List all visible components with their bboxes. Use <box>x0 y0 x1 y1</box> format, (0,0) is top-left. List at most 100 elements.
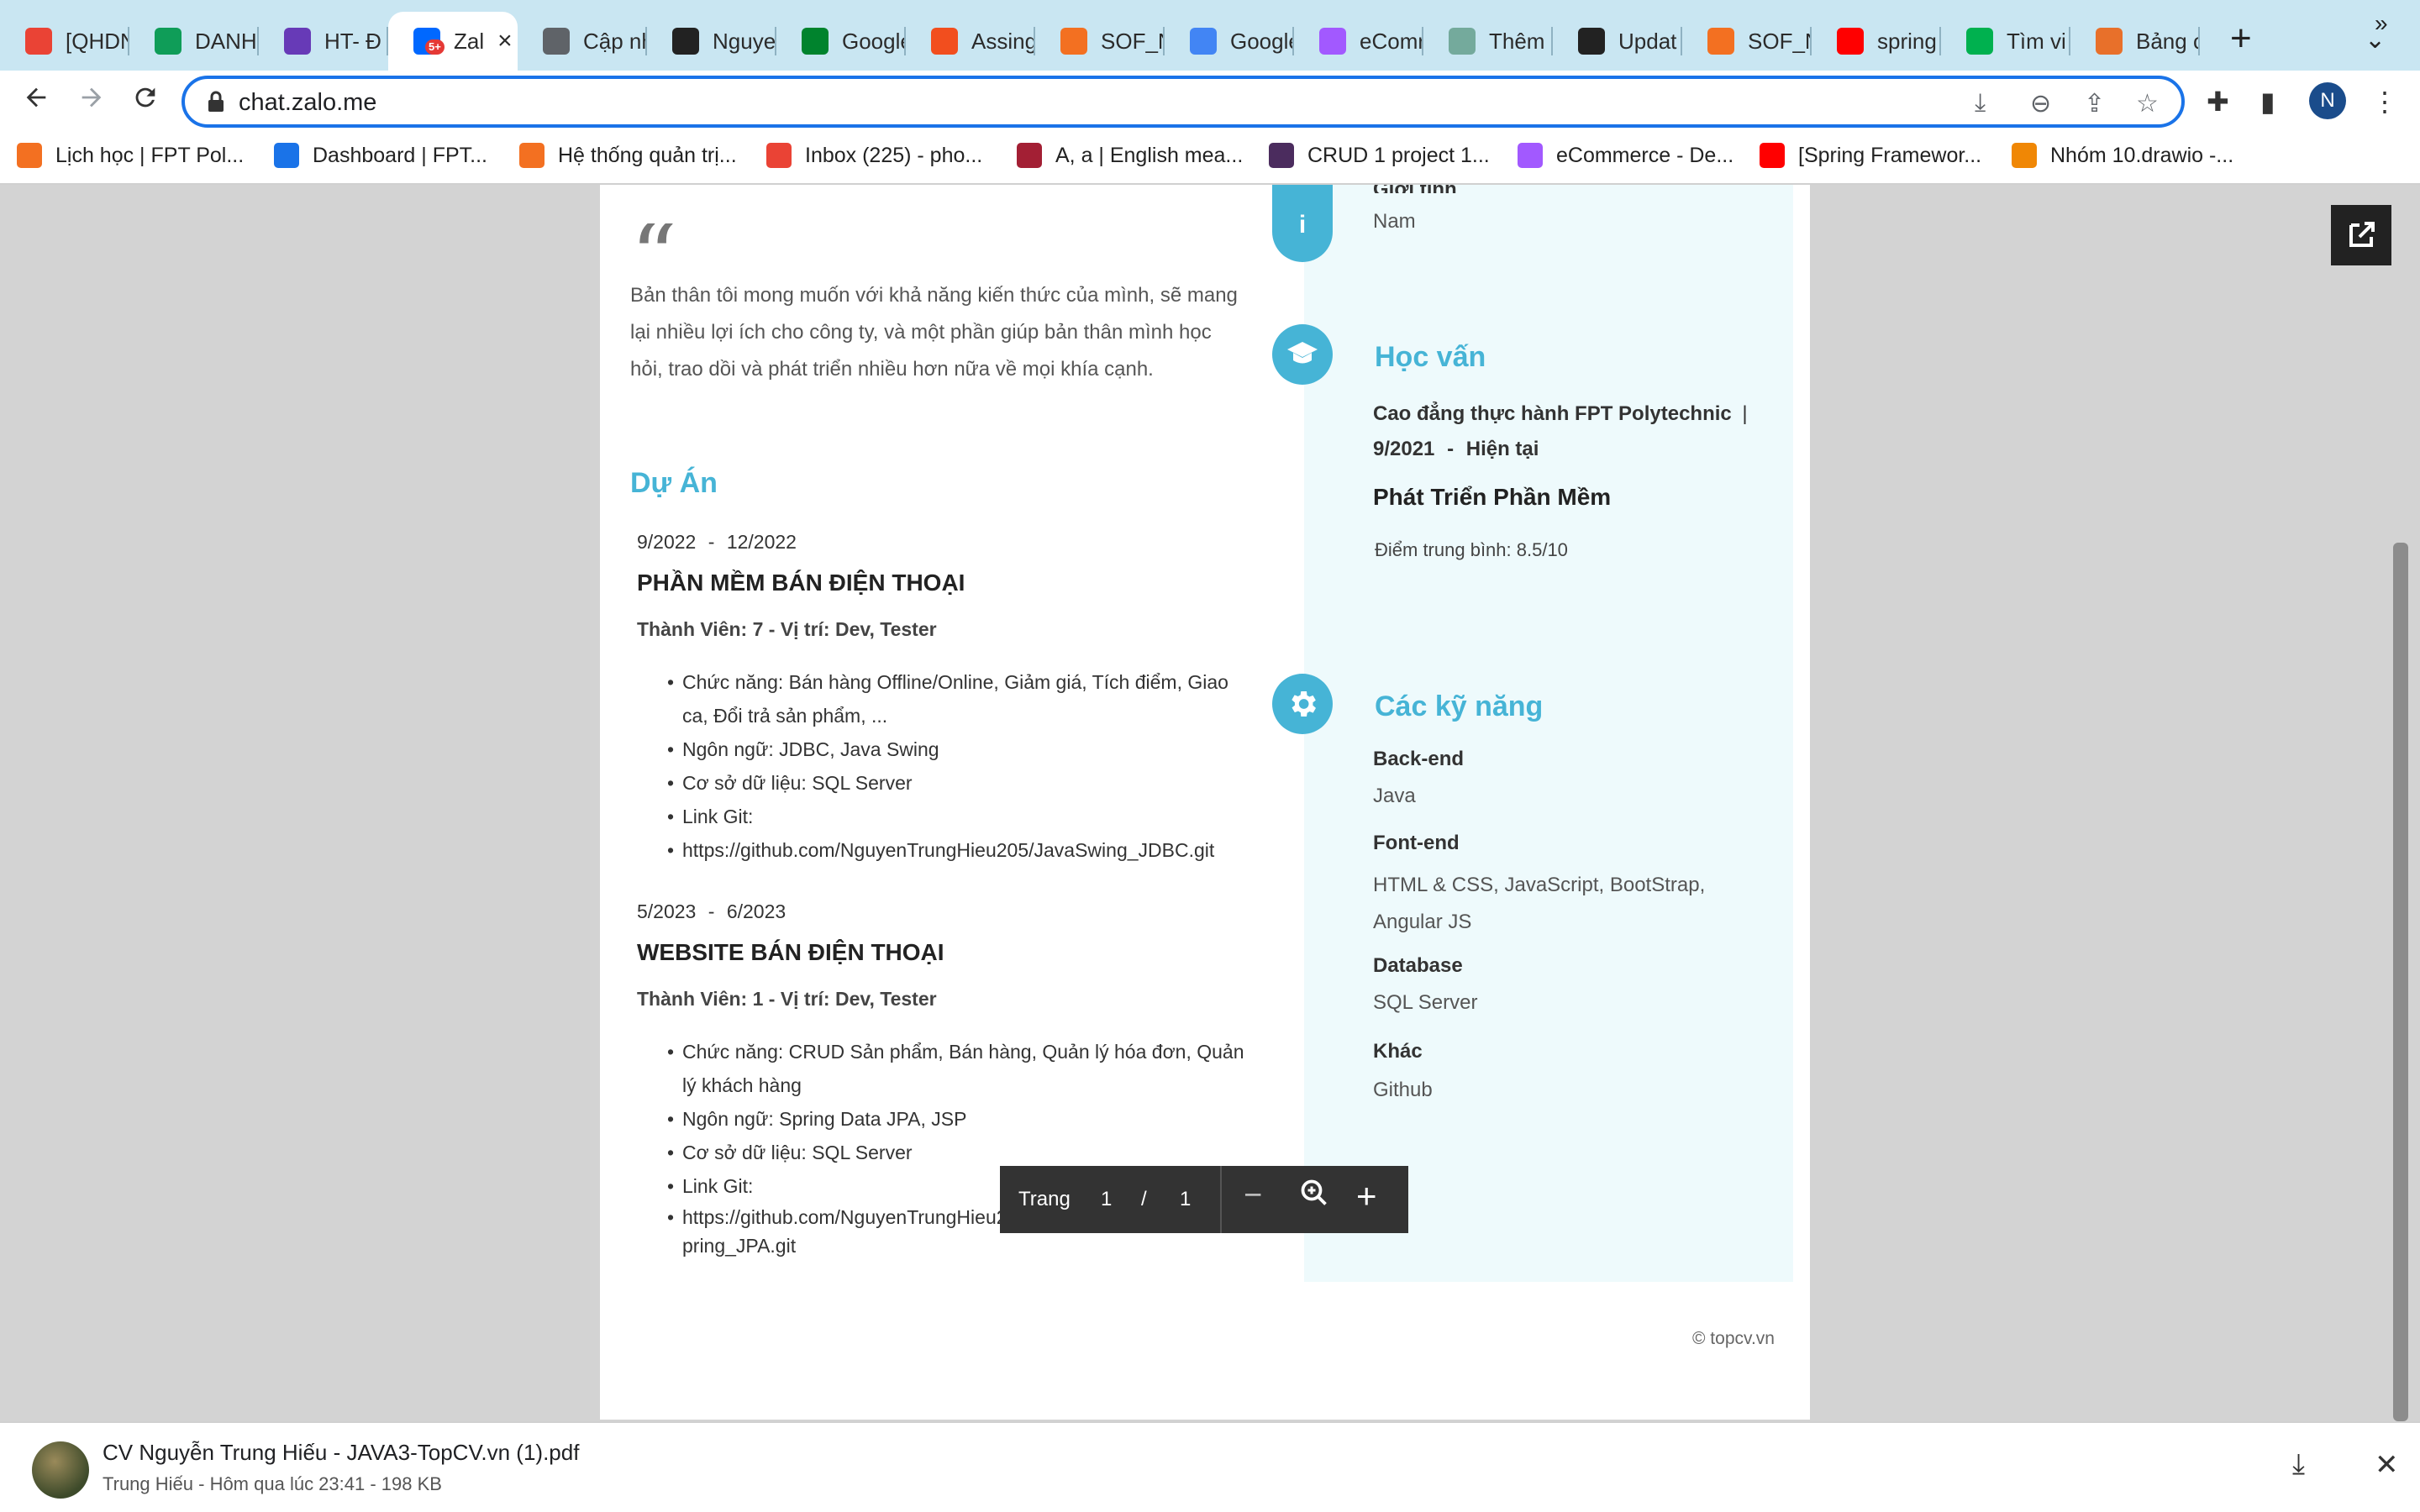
skill-value: Github <box>1373 1079 1433 1101</box>
forward-button[interactable] <box>72 82 111 121</box>
tab-label: Google <box>1230 28 1294 54</box>
tab-label: HT- Đ <box>324 28 381 54</box>
project-2-end: 6/2023 <box>726 900 786 922</box>
tab-divider <box>2198 27 2200 55</box>
education-gpa: Điểm trung bình: 8.5/10 <box>1375 539 1568 560</box>
date-separator: - <box>1447 438 1455 460</box>
browser-tab[interactable]: HT- Đ <box>259 12 388 71</box>
bookmark-star-icon[interactable]: ☆ <box>2136 89 2159 118</box>
bookmark-item[interactable]: Inbox (225) - pho... <box>766 143 982 168</box>
bookmark-label: Nhóm 10.drawio -... <box>2050 143 2234 167</box>
bookmark-item[interactable]: Hệ thống quản trị... <box>519 143 737 168</box>
reload-button[interactable] <box>126 82 165 121</box>
browser-tab[interactable]: eComr <box>1294 12 1423 71</box>
browser-tab[interactable]: Nguye <box>647 12 776 71</box>
open-external-button[interactable] <box>2331 205 2391 265</box>
scrollbar-thumb[interactable] <box>2393 543 2408 1421</box>
new-tab-button[interactable]: + <box>2230 20 2252 57</box>
current-page-input[interactable]: 1 <box>1101 1188 1112 1211</box>
browser-tab[interactable]: Updat <box>1553 12 1682 71</box>
education-start: 9/2021 <box>1373 438 1435 460</box>
date-separator: - <box>708 900 715 922</box>
download-filename[interactable]: CV Nguyễn Trung Hiếu - JAVA3-TopCV.vn (1… <box>103 1440 579 1466</box>
extensions-icon[interactable]: ✚ <box>2207 86 2229 118</box>
browser-tab[interactable]: Cập nh <box>518 12 647 71</box>
list-item: Chức năng: CRUD Sản phẩm, Bán hàng, Quản… <box>652 1035 1257 1102</box>
zoom-in-icon[interactable]: + <box>1356 1176 1377 1216</box>
bookmark-item[interactable]: Nhóm 10.drawio -... <box>2012 143 2233 168</box>
browser-tab[interactable]: spring <box>1812 12 1941 71</box>
zoom-out-icon[interactable]: − <box>1244 1178 1262 1214</box>
quote-icon: “ <box>630 223 677 274</box>
bookmark-item[interactable]: [Spring Framewor... <box>1760 143 1981 168</box>
back-button[interactable] <box>17 82 55 121</box>
list-item: Ngôn ngữ: Spring Data JPA, JSP <box>652 1102 1257 1136</box>
skill-label: Back-end <box>1373 748 1465 770</box>
education-circle <box>1272 324 1333 385</box>
bookmarks-bar: Lịch học | FPT Pol... Dashboard | FPT... H… <box>0 133 2420 185</box>
close-tab-icon[interactable]: × <box>497 27 513 55</box>
project-2-title: WEBSITE BÁN ĐIỆN THOẠI <box>637 939 944 965</box>
bookmarks-overflow-icon[interactable]: » <box>2375 10 2388 37</box>
divider: | <box>1742 402 1748 425</box>
bookmark-label: Dashboard | FPT... <box>313 143 487 167</box>
notification-badge: 5+ <box>425 39 445 55</box>
github-link[interactable]: https://github.com/NguyenTrungHieu205/Ja… <box>652 833 1257 867</box>
bookmark-label: CRUD 1 project 1... <box>1307 143 1490 167</box>
browser-tab[interactable]: Google <box>776 12 906 71</box>
projects-heading: Dự Án <box>630 467 718 499</box>
browser-tab[interactable]: SOF_N <box>1682 12 1812 71</box>
list-item: Link Git: <box>652 800 1257 833</box>
career-summary: Bản thân tôi mong muốn với khả năng kiến… <box>630 284 1238 381</box>
browser-tab[interactable]: Google <box>1165 12 1294 71</box>
zoom-icon[interactable]: ⊖ <box>2030 89 2051 118</box>
profile-avatar[interactable]: N <box>2309 82 2346 119</box>
tab-label: spring <box>1877 28 1937 54</box>
skill-label: Database <box>1373 954 1463 977</box>
browser-tab[interactable]: Tìm vi <box>1941 12 2070 71</box>
tab-label: SOF_N <box>1101 28 1165 54</box>
menu-kebab-icon[interactable]: ⋮ <box>2371 86 2398 118</box>
browser-tab[interactable]: Assing <box>906 12 1035 71</box>
tab-label: Google <box>842 28 906 54</box>
browser-tab[interactable]: Thêm <box>1423 12 1553 71</box>
bookmark-item[interactable]: Dashboard | FPT... <box>274 143 487 168</box>
bookmark-item[interactable]: eCommerce - De... <box>1518 143 1733 168</box>
bookmark-item[interactable]: Lịch học | FPT Pol... <box>17 143 244 168</box>
project-1-details: Chức năng: Bán hàng Offline/Online, Giảm… <box>652 665 1257 867</box>
bookmark-favicon-icon <box>1760 143 1785 168</box>
address-bar[interactable]: chat.zalo.me ⤓ ⊖ ⇪ ☆ <box>182 76 2185 128</box>
tab-label: Tìm vi <box>2007 28 2066 54</box>
project-1-title: PHẦN MỀM BÁN ĐIỆN THOẠI <box>637 570 965 596</box>
project-1-start: 9/2022 <box>637 531 697 553</box>
project-2-start: 5/2023 <box>637 900 697 922</box>
list-item: Cơ sở dữ liệu: SQL Server <box>652 1136 1257 1169</box>
arrow-left-icon <box>26 87 46 108</box>
tab-label: DANH <box>195 28 257 54</box>
bookmark-label: Inbox (225) - pho... <box>805 143 983 167</box>
bookmark-item[interactable]: A, a | English mea... <box>1017 143 1243 168</box>
skills-circle <box>1272 674 1333 734</box>
close-icon[interactable]: ✕ <box>2375 1448 2399 1482</box>
pdf-viewer: i Giới tính Nam “ Bản thân tôi mong muốn… <box>0 185 2420 1421</box>
download-icon[interactable]: ⤓ <box>2292 1448 2305 1481</box>
pdf-page: i Giới tính Nam “ Bản thân tôi mong muốn… <box>600 185 1810 1420</box>
forms-icon <box>284 28 311 55</box>
sheets-icon <box>155 28 182 55</box>
globe-icon <box>543 28 570 55</box>
browser-tab[interactable]: [QHDN <box>0 12 129 71</box>
browser-tab[interactable]: 5+ Zal × <box>388 12 518 71</box>
download-shelf: CV Nguyễn Trung Hiếu - JAVA3-TopCV.vn (1… <box>0 1421 2420 1512</box>
bookmark-favicon-icon <box>17 143 42 168</box>
fpt-icon <box>1707 28 1734 55</box>
side-panel-icon[interactable]: ▮ <box>2260 86 2275 118</box>
fit-zoom-button[interactable] <box>1299 1178 1329 1214</box>
tab-strip: [QHDN DANH HT- Đ 5+ Zal × Cập nh Nguye Google Ass… <box>0 0 2420 71</box>
share-icon[interactable]: ⇪ <box>2084 89 2105 118</box>
install-app-icon[interactable]: ⤓ <box>1975 89 1986 118</box>
browser-tab[interactable]: DANH <box>129 12 259 71</box>
browser-tab[interactable]: Bảng c <box>2070 12 2200 71</box>
bookmark-item[interactable]: CRUD 1 project 1... <box>1269 143 1490 168</box>
browser-tab[interactable]: SOF_N <box>1035 12 1165 71</box>
skill-label: Khác <box>1373 1040 1423 1063</box>
